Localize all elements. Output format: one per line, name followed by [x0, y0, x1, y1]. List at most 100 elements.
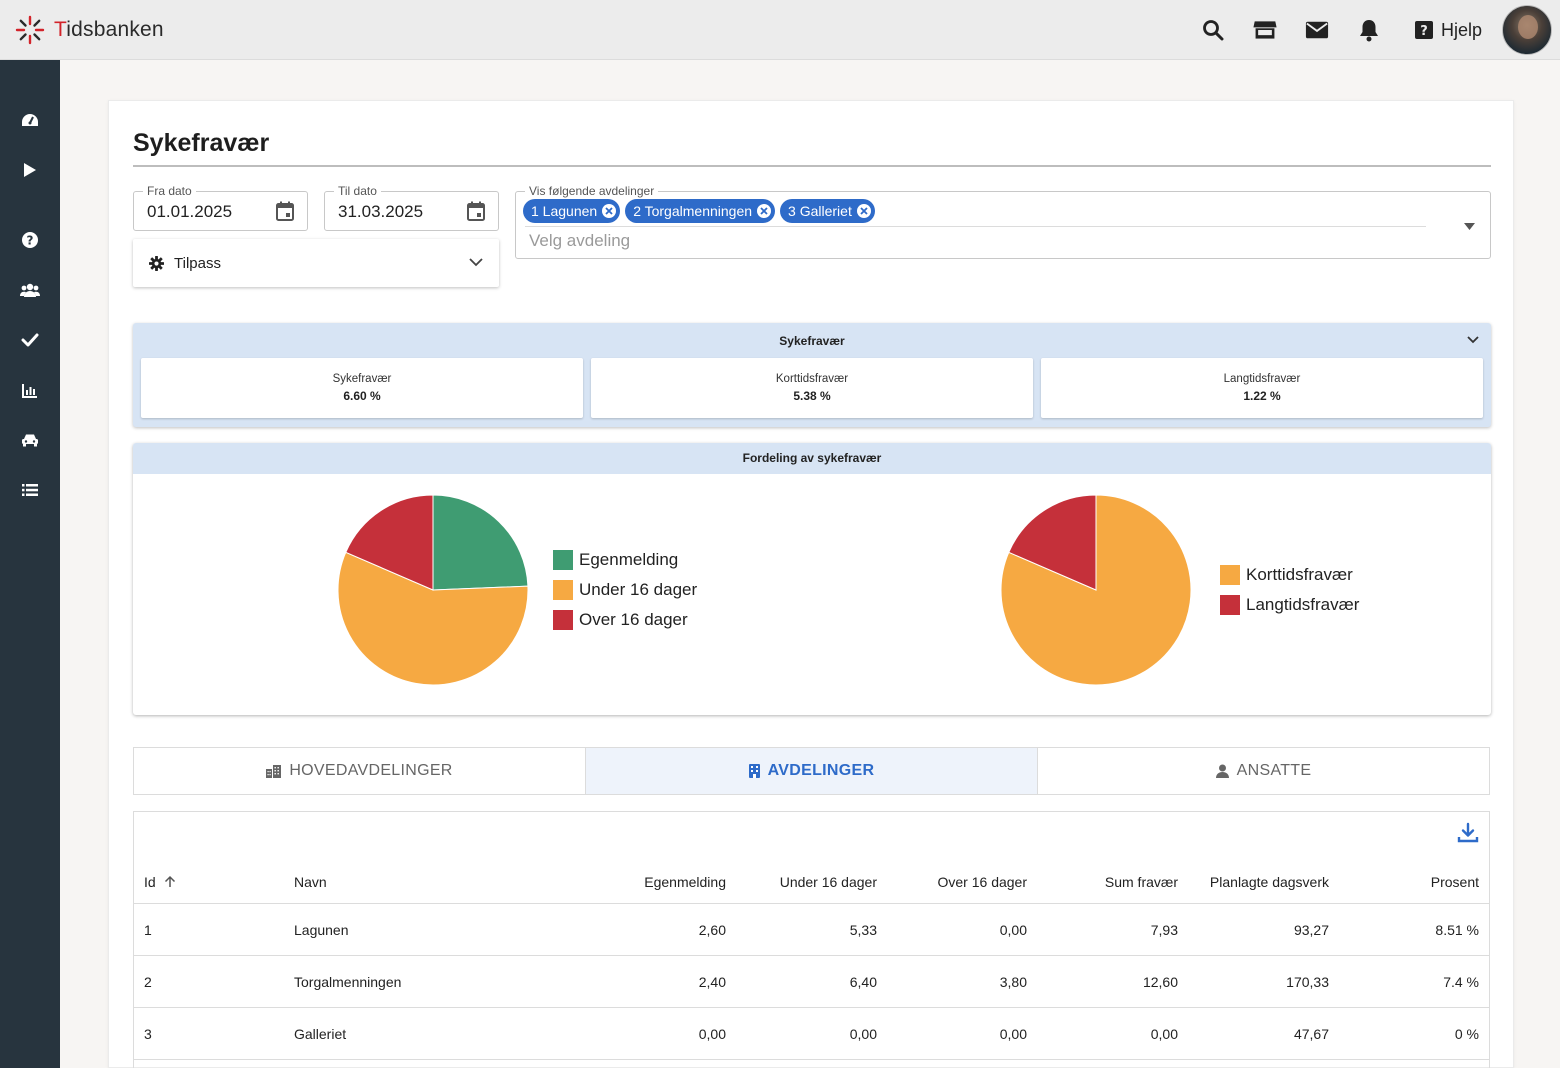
- cell-sum: 12,60: [1142, 973, 1178, 990]
- legend-item[interactable]: Under 16 dager: [553, 575, 697, 605]
- distribution-title: Fordeling av sykefravær: [133, 443, 1491, 474]
- legend-label: Under 16 dager: [579, 580, 698, 599]
- column-header-planlagte[interactable]: Planlagte dagsverk: [1184, 860, 1329, 903]
- caret-down-icon[interactable]: [1464, 223, 1475, 230]
- pie-slice-egenmelding[interactable]: [432, 494, 529, 591]
- legend-swatch: [1220, 595, 1240, 615]
- mail-icon[interactable]: [1305, 18, 1329, 42]
- search-icon[interactable]: [1201, 18, 1225, 42]
- cell-prosent: 7.4 %: [1443, 973, 1479, 990]
- help-button[interactable]: ? Hjelp: [1414, 20, 1482, 41]
- to-date-label: Til dato: [334, 184, 381, 198]
- stat-card-korttid: Korttidsfravær 5.38 %: [591, 358, 1033, 418]
- chip-label: 3 Galleriet: [788, 203, 852, 219]
- stat-value: 5.38 %: [793, 389, 831, 403]
- column-header-sum[interactable]: Sum fravær: [1034, 860, 1178, 903]
- title-divider: [133, 165, 1491, 167]
- legend-swatch: [1220, 565, 1240, 585]
- svg-text:?: ?: [27, 234, 34, 248]
- department-chip: 3 Galleriet: [780, 199, 875, 223]
- legend-item[interactable]: Egenmelding: [553, 545, 697, 575]
- tab-hovedavdelinger[interactable]: HOVEDAVDELINGER: [134, 748, 586, 794]
- stat-label: Korttidsfravær: [775, 373, 849, 385]
- column-header-under-16[interactable]: Under 16 dager: [734, 860, 877, 903]
- question-icon: ?: [1414, 21, 1433, 39]
- calendar-icon[interactable]: [274, 200, 296, 222]
- top-bar: Tidsbanken ? Hjelp: [0, 0, 1560, 60]
- calendar-icon[interactable]: [465, 200, 487, 222]
- legend-label: Korttidsfravær: [1246, 565, 1353, 584]
- from-date-label: Fra dato: [143, 184, 196, 198]
- departments-select[interactable]: Vis følgende avdelinger 1 Lagunen 2 Torg…: [515, 184, 1491, 259]
- pie-chart-varighet: [1000, 494, 1192, 686]
- cell-navn: Lagunen: [294, 921, 349, 938]
- cell-planlagte: 93,27: [1293, 921, 1329, 938]
- view-tabs: HOVEDAVDELINGER AVDELINGER ANSATTE: [133, 747, 1490, 795]
- arrow-up-icon: [164, 875, 175, 887]
- department-search-input[interactable]: Velg avdeling: [529, 231, 630, 251]
- table-row[interactable]: 2 Torgalmenningen 2,40 6,40 3,80 12,60 1…: [134, 956, 1489, 1008]
- user-icon: [1215, 764, 1229, 778]
- table-header: Id Navn Egenmelding Under 16 dager Over …: [134, 860, 1489, 904]
- tab-avdelinger[interactable]: AVDELINGER: [586, 748, 1038, 794]
- cell-egenmelding: 0,00: [698, 1025, 726, 1042]
- stat-card-langtid: Langtidsfravær 1.22 %: [1041, 358, 1483, 418]
- department-chip: 1 Lagunen: [523, 199, 621, 223]
- from-date-field[interactable]: Fra dato 01.01.2025: [133, 184, 308, 231]
- pie-legend-fordeling: Egenmelding Under 16 dager Over 16 dager: [553, 545, 697, 635]
- check-icon[interactable]: [0, 322, 60, 358]
- building-icon: [748, 764, 760, 778]
- dashboard-icon[interactable]: [0, 102, 60, 138]
- play-icon[interactable]: [0, 152, 60, 188]
- table-row[interactable]: 1 Lagunen 2,60 5,33 0,00 7,93 93,27 8.51…: [134, 904, 1489, 956]
- chip-remove-icon[interactable]: [602, 204, 617, 218]
- logo-icon: [15, 15, 45, 44]
- bar-chart-icon[interactable]: [0, 372, 60, 408]
- help-circle-icon[interactable]: ?: [0, 222, 60, 258]
- customize-dropdown[interactable]: Tilpass: [133, 239, 499, 287]
- legend-label: Egenmelding: [579, 550, 679, 569]
- logo-text: Tidsbanken: [54, 17, 164, 41]
- sidebar: ?: [0, 60, 60, 1068]
- column-header-id[interactable]: Id: [144, 860, 264, 903]
- cell-id: 2: [144, 973, 152, 990]
- customize-label: Tilpass: [174, 254, 221, 272]
- summary-panel: Sykefravær Sykefravær 6.60 % Korttidsfra…: [133, 323, 1491, 427]
- main-card: Sykefravær Fra dato 01.01.2025 Til dato …: [108, 100, 1514, 1068]
- cell-sum: 7,93: [1150, 921, 1178, 938]
- column-header-navn[interactable]: Navn: [294, 860, 594, 903]
- stat-value: 1.22 %: [1243, 389, 1281, 403]
- to-date-value: 31.03.2025: [338, 202, 424, 221]
- stat-label: Sykefravær: [332, 373, 392, 385]
- cell-over-16: 0,00: [999, 921, 1027, 938]
- cell-under-16: 6,40: [849, 973, 877, 990]
- distribution-panel: Fordeling av sykefravær Egenmelding Under…: [133, 443, 1491, 715]
- users-icon[interactable]: [0, 272, 60, 308]
- svg-text:?: ?: [1420, 24, 1428, 39]
- legend-item[interactable]: Over 16 dager: [553, 605, 697, 635]
- cell-prosent: 0 %: [1454, 1025, 1479, 1042]
- avatar[interactable]: [1502, 5, 1552, 55]
- pie-legend-varighet: Korttidsfravær Langtidsfravær: [1220, 560, 1359, 620]
- to-date-field[interactable]: Til dato 31.03.2025: [324, 184, 499, 231]
- chevron-down-icon[interactable]: [1465, 332, 1481, 348]
- cell-planlagte: 47,67: [1293, 1025, 1329, 1042]
- cell-navn: Galleriet: [294, 1025, 347, 1042]
- chip-remove-icon[interactable]: [757, 204, 772, 218]
- chip-remove-icon[interactable]: [856, 204, 871, 218]
- bell-icon[interactable]: [1357, 18, 1381, 42]
- legend-swatch: [553, 550, 573, 570]
- store-icon[interactable]: [1253, 18, 1277, 42]
- legend-swatch: [553, 580, 573, 600]
- list-icon[interactable]: [0, 472, 60, 508]
- download-icon[interactable]: [1457, 822, 1479, 844]
- legend-item[interactable]: Langtidsfravær: [1220, 590, 1359, 620]
- tab-ansatte[interactable]: ANSATTE: [1038, 748, 1489, 794]
- logo[interactable]: Tidsbanken: [14, 14, 164, 46]
- column-header-egenmelding[interactable]: Egenmelding: [584, 860, 726, 903]
- column-header-prosent[interactable]: Prosent: [1334, 860, 1479, 903]
- table-row[interactable]: 3 Galleriet 0,00 0,00 0,00 0,00 47,67 0 …: [134, 1008, 1489, 1060]
- column-header-over-16[interactable]: Over 16 dager: [884, 860, 1028, 903]
- legend-item[interactable]: Korttidsfravær: [1220, 560, 1359, 590]
- car-icon[interactable]: [0, 422, 60, 458]
